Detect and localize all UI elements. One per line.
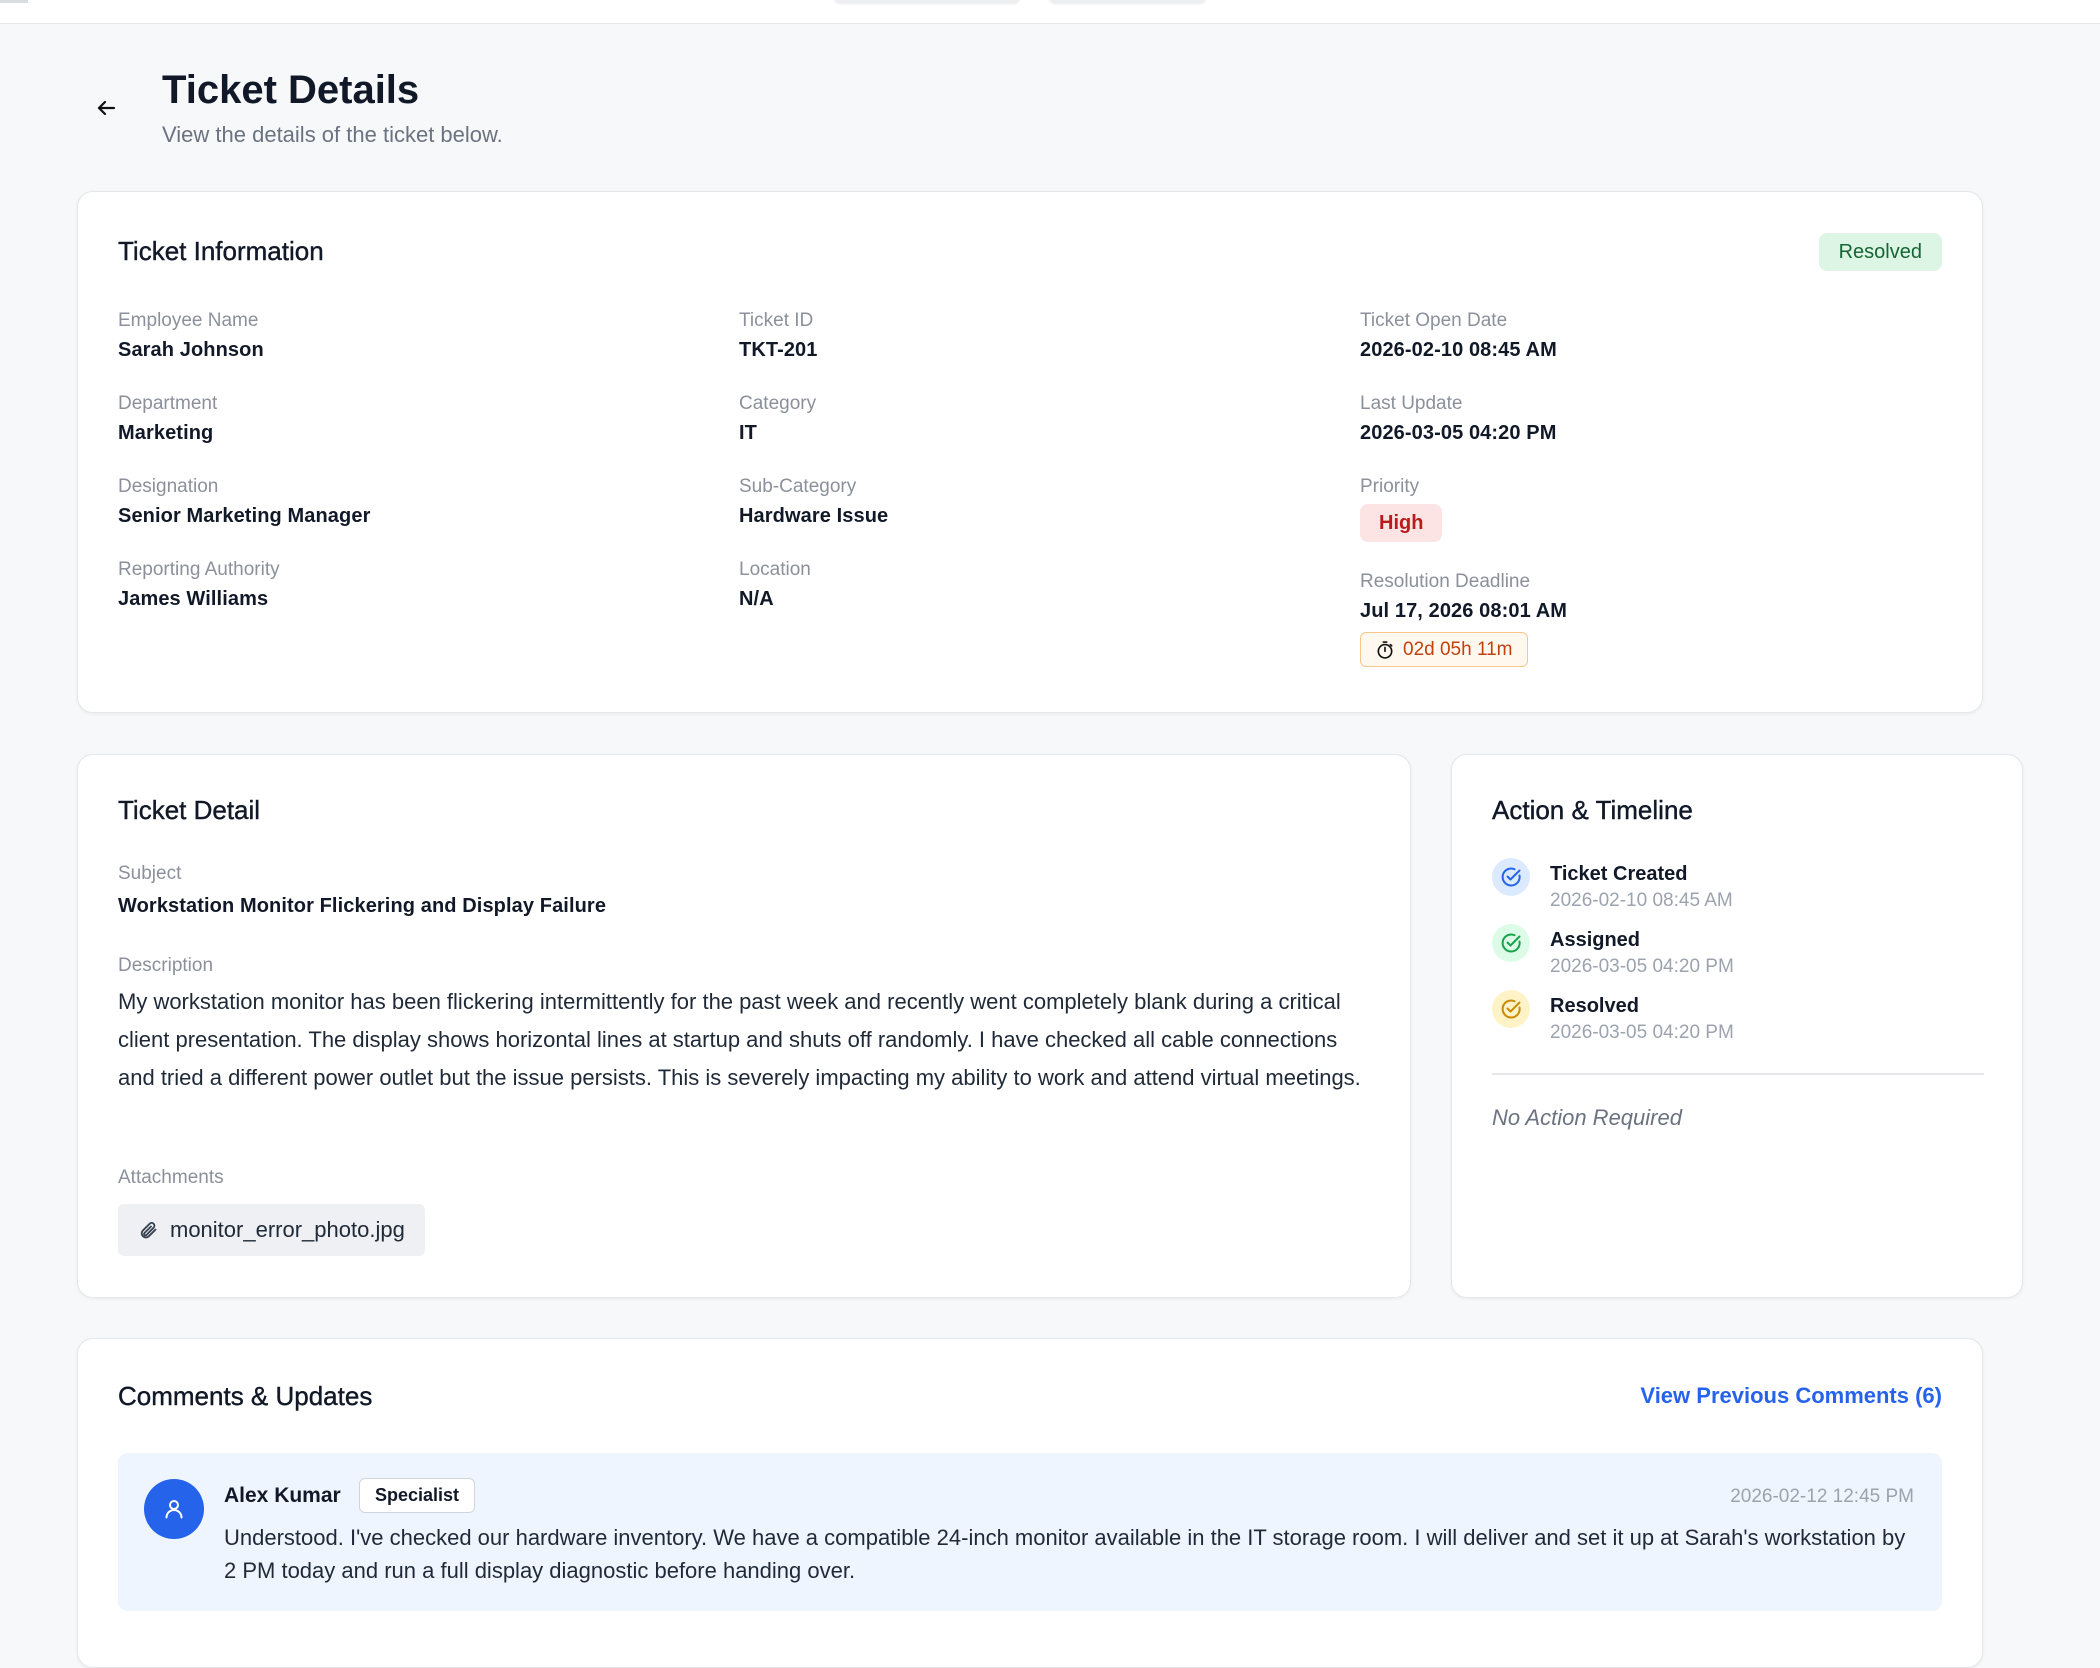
subject-label: Subject xyxy=(118,863,182,884)
page-title: Ticket Details xyxy=(162,68,420,112)
paperclip-icon xyxy=(140,1222,157,1239)
top-tab-1[interactable] xyxy=(834,0,1020,3)
view-previous-comments-link[interactable]: View Previous Comments (6) xyxy=(1640,1383,1942,1409)
ticket-id-field: Ticket ID TKT-201 xyxy=(739,310,818,362)
last-update-label: Last Update xyxy=(1360,393,1463,414)
status-badge: Resolved xyxy=(1818,233,1942,271)
timeline-icon-assigned xyxy=(1492,924,1530,962)
subject-field: Subject Workstation Monitor Flickering a… xyxy=(118,863,606,918)
ticket-id-label: Ticket ID xyxy=(739,310,814,331)
open-date-field: Ticket Open Date 2026-02-10 08:45 AM xyxy=(1360,310,1557,362)
employee-name-field: Employee Name Sarah Johnson xyxy=(118,310,264,362)
check-circle-icon xyxy=(1501,999,1521,1019)
ticket-information-card: Ticket Information Resolved Employee Nam… xyxy=(77,191,1983,713)
check-circle-icon xyxy=(1501,933,1521,953)
priority-field: Priority High xyxy=(1360,476,1443,542)
description-value: My workstation monitor has been flickeri… xyxy=(118,989,1361,1090)
priority-badge: High xyxy=(1360,504,1443,542)
employee-name-value: Sarah Johnson xyxy=(118,339,264,361)
page-subtitle: View the details of the ticket below. xyxy=(162,122,503,147)
location-label: Location xyxy=(739,559,811,580)
ticket-detail-card: Ticket Detail Subject Workstation Monito… xyxy=(77,754,1411,1298)
deadline-label: Resolution Deadline xyxy=(1360,571,1531,592)
timeline-item-created: Ticket Created 2026-02-10 08:45 AM xyxy=(1492,858,1733,912)
description-label: Description xyxy=(118,955,214,976)
timeline-title-assigned: Assigned xyxy=(1550,929,1641,951)
reporting-authority-label: Reporting Authority xyxy=(118,559,280,580)
timeline-divider xyxy=(1492,1073,1984,1075)
category-field: Category IT xyxy=(739,393,816,445)
deadline-field: Resolution Deadline Jul 17, 2026 08:01 A… xyxy=(1360,571,1567,667)
employee-name-label: Employee Name xyxy=(118,310,259,331)
priority-label: Priority xyxy=(1360,476,1420,497)
category-value: IT xyxy=(739,422,757,444)
timeline-title-resolved: Resolved xyxy=(1550,995,1639,1017)
attachments-label: Attachments xyxy=(118,1167,224,1188)
ticket-information-title: Ticket Information xyxy=(118,236,324,266)
ticket-id-value: TKT-201 xyxy=(739,339,818,361)
avatar xyxy=(144,1479,204,1539)
sub-category-value: Hardware Issue xyxy=(739,505,889,527)
comment-role-badge: Specialist xyxy=(359,1478,476,1513)
countdown-text: 02d 05h 11m xyxy=(1403,638,1513,660)
last-update-value: 2026-03-05 04:20 PM xyxy=(1360,422,1557,444)
department-label: Department xyxy=(118,393,218,414)
deadline-countdown: 02d 05h 11m xyxy=(1360,632,1528,667)
action-timeline-card: Action & Timeline Ticket Created 2026-02… xyxy=(1451,754,2023,1298)
comment-text: Understood. I've checked our hardware in… xyxy=(224,1525,1906,1583)
action-timeline-title: Action & Timeline xyxy=(1492,795,1693,825)
reporting-authority-field: Reporting Authority James Williams xyxy=(118,559,280,611)
open-date-label: Ticket Open Date xyxy=(1360,310,1508,331)
timeline-item-assigned: Assigned 2026-03-05 04:20 PM xyxy=(1492,924,1734,978)
subject-value: Workstation Monitor Flickering and Displ… xyxy=(118,895,607,917)
sub-category-label: Sub-Category xyxy=(739,476,857,497)
attachment-name: monitor_error_photo.jpg xyxy=(170,1217,405,1242)
last-update-field: Last Update 2026-03-05 04:20 PM xyxy=(1360,393,1556,445)
department-field: Department Marketing xyxy=(118,393,217,445)
timeline-icon-resolved xyxy=(1492,990,1530,1028)
user-icon xyxy=(165,1500,183,1519)
designation-label: Designation xyxy=(118,476,219,497)
attachments-field: Attachments xyxy=(118,1167,224,1189)
department-value: Marketing xyxy=(118,422,214,444)
sub-category-field: Sub-Category Hardware Issue xyxy=(739,476,888,528)
comments-title: Comments & Updates xyxy=(118,1381,373,1411)
arrow-left-icon xyxy=(97,100,116,116)
ticket-detail-title: Ticket Detail xyxy=(118,795,261,825)
timeline-time-assigned: 2026-03-05 04:20 PM xyxy=(1550,956,1734,977)
timeline-time-resolved: 2026-03-05 04:20 PM xyxy=(1550,1022,1734,1043)
location-value: N/A xyxy=(739,588,774,610)
back-button[interactable] xyxy=(88,90,124,126)
comment-author: Alex Kumar xyxy=(224,1484,341,1507)
timeline-time-created: 2026-02-10 08:45 AM xyxy=(1550,890,1733,911)
stopwatch-icon xyxy=(1377,640,1393,659)
reporting-authority-value: James Williams xyxy=(118,588,269,610)
attachment-file[interactable]: monitor_error_photo.jpg xyxy=(118,1204,425,1256)
category-label: Category xyxy=(739,393,817,414)
deadline-value: Jul 17, 2026 08:01 AM xyxy=(1360,600,1568,622)
timeline-icon-created xyxy=(1492,858,1530,896)
top-tab-2[interactable] xyxy=(1049,0,1206,3)
comments-card: Comments & Updates View Previous Comment… xyxy=(77,1338,1983,1668)
comment-item: Alex Kumar Specialist 2026-02-12 12:45 P… xyxy=(118,1453,1942,1611)
timeline-title-created: Ticket Created xyxy=(1550,863,1688,885)
location-field: Location N/A xyxy=(739,559,811,611)
timeline-item-resolved: Resolved 2026-03-05 04:20 PM xyxy=(1492,990,1734,1044)
open-date-value: 2026-02-10 08:45 AM xyxy=(1360,339,1557,361)
check-circle-icon xyxy=(1501,867,1521,887)
top-bar-corner xyxy=(0,0,28,3)
designation-value: Senior Marketing Manager xyxy=(118,505,371,527)
no-action-text: No Action Required xyxy=(1492,1105,1682,1130)
description-field: Description My workstation monitor has b… xyxy=(118,955,1378,1097)
comment-time: 2026-02-12 12:45 PM xyxy=(1730,1486,1914,1507)
designation-field: Designation Senior Marketing Manager xyxy=(118,476,370,528)
top-bar xyxy=(0,0,2100,24)
